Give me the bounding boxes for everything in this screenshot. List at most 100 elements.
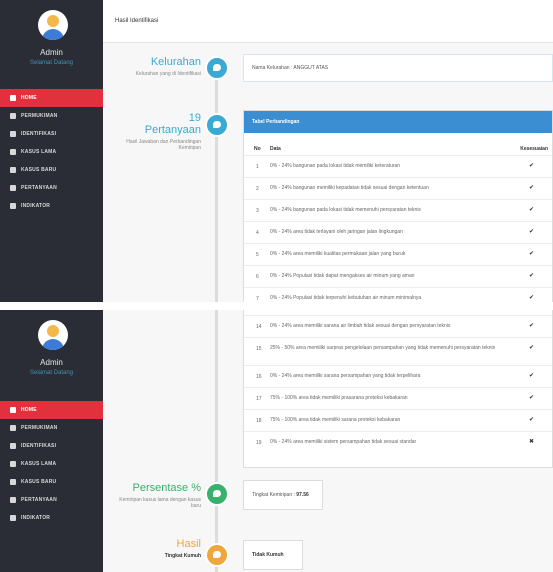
sidebar-item-kasus-lama[interactable]: KASUS LAMA xyxy=(0,455,103,473)
row-number: 7 xyxy=(256,296,259,302)
check-icon: ✔ xyxy=(528,373,534,379)
persentase-label: Persentase % Kemiripan kasus lama dengan… xyxy=(119,482,201,509)
sidebar-item-indikator[interactable]: INDIKATOR xyxy=(0,509,103,527)
chat-icon xyxy=(10,497,16,503)
row-number: 19 xyxy=(256,440,262,446)
avatar xyxy=(38,10,68,40)
chart-icon xyxy=(10,203,16,209)
table-row: 1 0% - 24% bangunan pada lokasi tidak mem… xyxy=(244,155,552,178)
row-data: 0% - 24% area memiliki sarana air limbah… xyxy=(270,323,451,329)
check-icon: ✔ xyxy=(528,273,534,279)
kelurahan-value: Nama Kelurahan : ANGGUT ATAS xyxy=(252,65,329,71)
check-icon: ✔ xyxy=(528,323,534,329)
column-kesesuaian: Kesesuaian xyxy=(520,146,548,152)
row-number: 17 xyxy=(256,396,262,402)
username: Admin xyxy=(40,48,63,57)
row-number: 5 xyxy=(256,252,259,258)
sidebar-item-identifikasi[interactable]: IDENTIFIKASI xyxy=(0,125,103,143)
table-row: 4 0% - 24% area tidak terlayani oleh jari… xyxy=(244,221,552,244)
row-number: 16 xyxy=(256,374,262,380)
user-role: Selamat Datang xyxy=(29,60,74,66)
wrench-icon xyxy=(10,131,16,137)
column-data: Data xyxy=(270,146,281,152)
table-row: 6 0% - 24% Populasi tidak dapat mengakses… xyxy=(244,265,552,288)
sidebar-item-home[interactable]: HOME xyxy=(0,89,103,107)
table-row: 2 0% - 24% bangunan memiliki kepadatan ti… xyxy=(244,177,552,200)
sidebar-item-kasus-lama[interactable]: KASUS LAMA xyxy=(0,143,103,161)
row-number: 14 xyxy=(256,324,262,330)
sidebar-item-kasus-baru[interactable]: KASUS BARU xyxy=(0,161,103,179)
check-icon: ✔ xyxy=(528,417,534,423)
screen-bottom: Admin Selamat Datang HOME PERMUKIMAN IDE… xyxy=(0,310,553,572)
table-row: 19 0% - 24% area memiliki sistem persampa… xyxy=(244,431,552,454)
sidebar-item-indikator[interactable]: INDIKATOR xyxy=(0,197,103,215)
row-data: 0% - 24% bangunan pada lokasi tidak memi… xyxy=(270,163,401,169)
chart-icon xyxy=(10,515,16,521)
sidebar: Admin Selamat Datang HOME PERMUKIMAN IDE… xyxy=(0,310,103,572)
table-row: 18 75% - 100% area tidak memiliki sarana … xyxy=(244,409,552,432)
people-icon xyxy=(10,425,16,431)
similarity-label: Tingkat Kemiripan : xyxy=(252,492,295,498)
table-row: 14 0% - 24% area memiliki sarana air limb… xyxy=(244,315,552,338)
check-icon: ✔ xyxy=(528,207,534,213)
check-icon: ✔ xyxy=(528,251,534,257)
main-content: Hasil Identifikasi Kelurahan Kelurahan y… xyxy=(103,0,553,302)
sidebar: Admin Selamat Datang HOME PERMUKIMAN IDE… xyxy=(0,0,103,302)
check-icon: ✔ xyxy=(528,163,534,169)
sidebar-item-identifikasi[interactable]: IDENTIFIKASI xyxy=(0,437,103,455)
bookmark-icon xyxy=(10,461,16,467)
username: Admin xyxy=(40,358,63,367)
row-number: 2 xyxy=(256,186,259,192)
timeline-line xyxy=(215,310,218,572)
list-icon xyxy=(10,479,16,485)
row-data: 25% - 50% area memiliki sarpras pengelol… xyxy=(270,345,496,351)
kelurahan-card: Nama Kelurahan : ANGGUT ATAS xyxy=(243,54,553,82)
check-icon: ✔ xyxy=(528,345,534,351)
row-number: 4 xyxy=(256,230,259,236)
column-no: No xyxy=(254,146,261,152)
table-header-bar: Tabel Perbandingan xyxy=(244,111,552,133)
sidebar-item-pertanyaan[interactable]: PERTANYAAN xyxy=(0,491,103,509)
row-data: 0% - 24% bangunan memiliki kepadatan tid… xyxy=(270,185,429,191)
wrench-icon xyxy=(10,443,16,449)
sidebar-item-home[interactable]: HOME xyxy=(0,401,103,419)
row-data: 0% - 24% Populasi tidak dapat mengakses … xyxy=(270,273,415,279)
persentase-chat-icon xyxy=(205,482,229,506)
pertanyaan-label: 19 Pertanyaan Hasil Jawaban dan Perbandi… xyxy=(126,112,201,151)
table-row: 17 75% - 100% area tidak memiliki prasara… xyxy=(244,387,552,410)
table-title: Tabel Perbandingan xyxy=(252,119,300,125)
table-row: 16 0% - 24% area memiliki sarana persampa… xyxy=(244,365,552,388)
list-icon xyxy=(10,167,16,173)
row-data: 0% - 24% Populasi tidak terpenuhi kebutu… xyxy=(270,295,422,301)
row-data: 0% - 24% area tidak terlayani oleh jarin… xyxy=(270,229,403,235)
kelurahan-label: Kelurahan Kelurahan yang di Identifikasi xyxy=(135,56,201,77)
home-icon xyxy=(10,95,16,101)
sidebar-menu: HOME PERMUKIMAN IDENTIFIKASI KASUS LAMA … xyxy=(0,89,103,215)
screen-top: Admin Selamat Datang HOME PERMUKIMAN IDE… xyxy=(0,0,553,302)
sidebar-item-permukiman[interactable]: PERMUKIMAN xyxy=(0,107,103,125)
row-data: 75% - 100% area tidak memiliki sarana pr… xyxy=(270,417,401,423)
table-row: 15 25% - 50% area memiliki sarpras pengel… xyxy=(244,337,552,366)
hasil-card: Tidak Kumuh xyxy=(243,540,303,570)
comparison-table: Tabel Perbandingan No Data Kesesuaian 1 0… xyxy=(243,110,553,302)
home-icon xyxy=(10,407,16,413)
persentase-card: Tingkat Kemiripan : 97.56 xyxy=(243,480,323,510)
cross-icon: ✖ xyxy=(528,439,534,445)
row-number: 3 xyxy=(256,208,259,214)
avatar xyxy=(38,320,68,350)
row-number: 15 xyxy=(256,346,262,352)
row-data: 75% - 100% area tidak memiliki prasarana… xyxy=(270,395,408,401)
sidebar-menu: HOME PERMUKIMAN IDENTIFIKASI KASUS LAMA … xyxy=(0,401,103,527)
sidebar-item-kasus-baru[interactable]: KASUS BARU xyxy=(0,473,103,491)
page-title: Hasil Identifikasi xyxy=(115,18,159,24)
chat-icon xyxy=(10,185,16,191)
check-icon: ✔ xyxy=(528,229,534,235)
row-data: 0% - 24% area memiliki sarana persampaha… xyxy=(270,373,421,379)
check-icon: ✔ xyxy=(528,185,534,191)
check-icon: ✔ xyxy=(528,395,534,401)
page-header: Hasil Identifikasi xyxy=(103,0,553,43)
sidebar-item-permukiman[interactable]: PERMUKIMAN xyxy=(0,419,103,437)
hasil-label: Hasil Tingkat Kumuh xyxy=(164,538,201,559)
sidebar-item-pertanyaan[interactable]: PERTANYAAN xyxy=(0,179,103,197)
table-row: 3 0% - 24% bangunan pada lokasi tidak mem… xyxy=(244,199,552,222)
